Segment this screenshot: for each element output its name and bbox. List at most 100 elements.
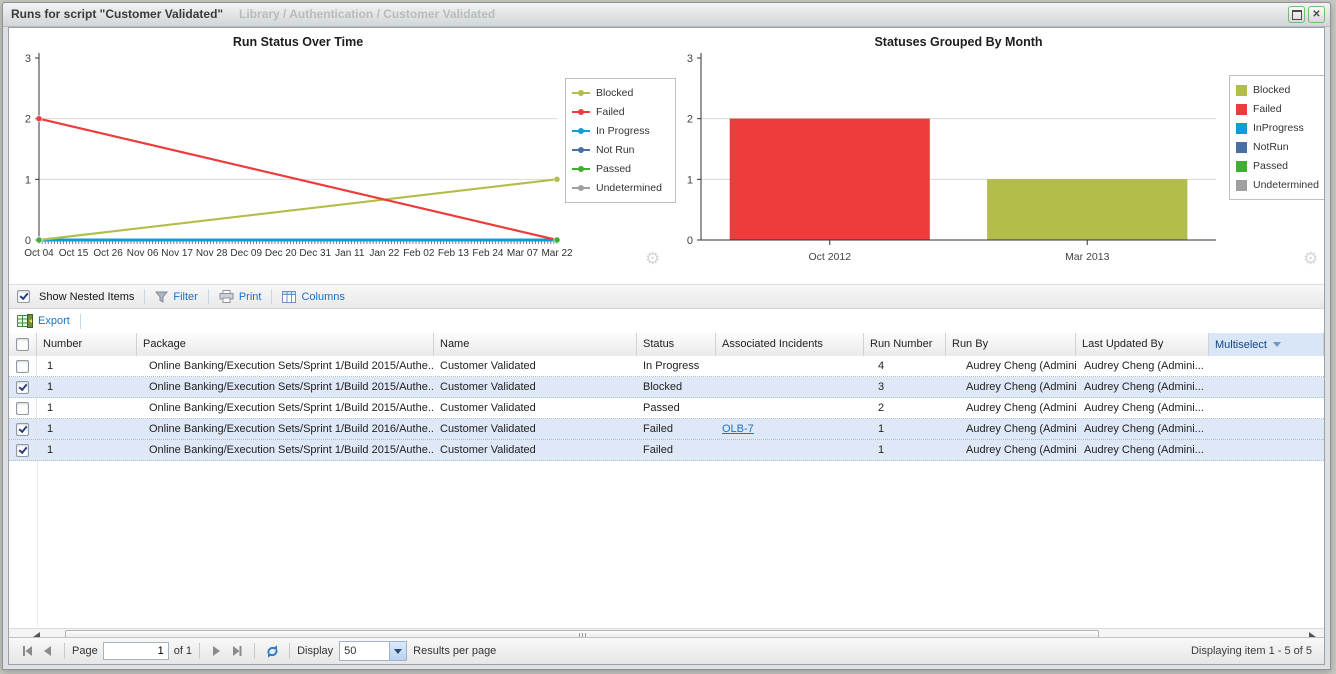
table-row[interactable]: 1 Online Banking/Execution Sets/Sprint 1/… (9, 440, 1324, 461)
column-header-number[interactable]: Number (37, 333, 137, 356)
footer-separator (64, 643, 65, 659)
legend-line-marker (572, 149, 590, 151)
svg-text:1: 1 (687, 174, 693, 186)
cell-run-by: Audrey Cheng (Admini... (946, 419, 1076, 439)
cell-run-by: Audrey Cheng (Admini... (946, 377, 1076, 397)
incident-link[interactable]: OLB-7 (722, 423, 754, 435)
select-dropdown-button[interactable] (389, 642, 406, 660)
table-row[interactable]: 1Online Banking/Execution Sets/Sprint 1/… (9, 377, 1324, 398)
legend-item: Undetermined (1236, 179, 1325, 191)
column-header-associated-incidents[interactable]: Associated Incidents (716, 333, 864, 356)
chart-settings-gear-icon[interactable]: ⚙ (645, 249, 660, 269)
legend-dot (578, 90, 584, 96)
legend-label: InProgress (1253, 122, 1304, 134)
column-header-run-by[interactable]: Run By (946, 333, 1076, 356)
legend-item: Blocked (572, 87, 669, 99)
cell-last-updated-by: Audrey Cheng (Admini... (1076, 356, 1209, 376)
svg-text:Jan 22: Jan 22 (369, 248, 399, 259)
cell-run-by: Audrey Cheng (Admini... (946, 356, 1076, 376)
svg-text:Oct 2012: Oct 2012 (808, 251, 851, 263)
maximize-button[interactable] (1288, 6, 1305, 23)
first-page-button[interactable] (19, 643, 35, 659)
legend-item: Passed (1236, 160, 1325, 172)
refresh-button[interactable] (264, 643, 280, 659)
legend-item: Failed (572, 106, 669, 118)
cell-associated-incidents: OLB-7 (716, 419, 864, 439)
row-checkbox-cell[interactable] (9, 419, 37, 439)
table-row[interactable]: 1Online Banking/Execution Sets/Sprint 1/… (9, 398, 1324, 419)
svg-text:1: 1 (25, 174, 31, 186)
row-checkbox-cell[interactable] (9, 398, 37, 418)
legend-label: Passed (596, 163, 631, 175)
cell-number: 1 (37, 398, 137, 418)
row-checkbox[interactable] (16, 444, 29, 457)
svg-text:Mar 07: Mar 07 (507, 248, 539, 259)
column-header-last-updated-by[interactable]: Last Updated By (1076, 333, 1209, 356)
grid-toolbar: Show Nested Items Filter Print (9, 284, 1324, 309)
chevron-down-icon (1273, 342, 1281, 347)
legend-label: Failed (1253, 103, 1282, 115)
row-checkbox-cell[interactable] (9, 356, 37, 376)
table-row[interactable]: 1Online Banking/Execution Sets/Sprint 1/… (9, 356, 1324, 377)
row-checkbox[interactable] (16, 381, 29, 394)
cell-package: Online Banking/Execution Sets/Sprint 1/B… (137, 398, 434, 418)
print-button[interactable]: Print (219, 290, 262, 303)
legend-line-marker (572, 92, 590, 94)
filter-button[interactable]: Filter (155, 291, 197, 303)
column-header-run-number[interactable]: Run Number (864, 333, 946, 356)
svg-text:Oct 15: Oct 15 (59, 248, 89, 259)
select-all-checkbox[interactable] (16, 338, 29, 351)
display-count-value: 50 (340, 645, 389, 657)
prev-page-button[interactable] (39, 643, 55, 659)
refresh-icon (265, 644, 280, 659)
legend-line-marker (572, 168, 590, 170)
legend-dot (578, 166, 584, 172)
close-button[interactable]: ✕ (1308, 6, 1325, 23)
next-page-button[interactable] (209, 643, 225, 659)
legend-label: Blocked (596, 87, 633, 99)
cell-associated-incidents (716, 356, 864, 376)
row-checkbox[interactable] (16, 423, 29, 436)
cell-number: 1 (37, 419, 137, 439)
legend-label: In Progress (596, 125, 650, 137)
legend-swatch (1236, 142, 1247, 153)
cell-package: Online Banking/Execution Sets/Sprint 1/B… (137, 377, 434, 397)
column-header-package[interactable]: Package (137, 333, 434, 356)
svg-text:Nov 06: Nov 06 (127, 248, 159, 259)
chart-settings-gear-icon[interactable]: ⚙ (1303, 249, 1318, 269)
row-checkbox-cell[interactable] (9, 440, 37, 460)
footer-separator (289, 643, 290, 659)
legend-item: Not Run (572, 144, 669, 156)
svg-text:Feb 24: Feb 24 (472, 248, 504, 259)
display-count-select[interactable]: 50 (339, 641, 407, 661)
legend-item: Blocked (1236, 84, 1325, 96)
page-number-input[interactable] (103, 642, 169, 660)
svg-text:Jan 11: Jan 11 (335, 248, 365, 259)
cell-multiselect (1209, 377, 1324, 397)
legend-dot (578, 185, 584, 191)
row-checkbox[interactable] (16, 360, 29, 373)
column-header-multiselect[interactable]: Multiselect (1209, 333, 1324, 356)
cell-package: Online Banking/Execution Sets/Sprint 1/B… (137, 356, 434, 376)
page-of-label: of 1 (174, 645, 192, 657)
select-all-header-cell[interactable] (9, 333, 37, 356)
row-checkbox[interactable] (16, 402, 29, 415)
cell-run-number: 1 (864, 440, 946, 460)
columns-button[interactable]: Columns (282, 291, 344, 303)
cell-last-updated-by: Audrey Cheng (Admini... (1076, 440, 1209, 460)
legend-item: InProgress (1236, 122, 1325, 134)
export-button[interactable]: Export (17, 314, 70, 328)
cell-multiselect (1209, 440, 1324, 460)
show-nested-items-checkbox[interactable] (17, 290, 30, 303)
cell-associated-incidents (716, 440, 864, 460)
legend-label: Blocked (1253, 84, 1290, 96)
chevron-down-icon (394, 649, 402, 654)
column-header-name[interactable]: Name (434, 333, 637, 356)
column-header-status[interactable]: Status (637, 333, 716, 356)
cell-name: Customer Validated (434, 377, 637, 397)
cell-package: Online Banking/Execution Sets/Sprint 1/B… (137, 440, 434, 460)
cell-run-number: 4 (864, 356, 946, 376)
last-page-button[interactable] (229, 643, 245, 659)
table-row[interactable]: 1Online Banking/Execution Sets/Sprint 1/… (9, 419, 1324, 440)
row-checkbox-cell[interactable] (9, 377, 37, 397)
